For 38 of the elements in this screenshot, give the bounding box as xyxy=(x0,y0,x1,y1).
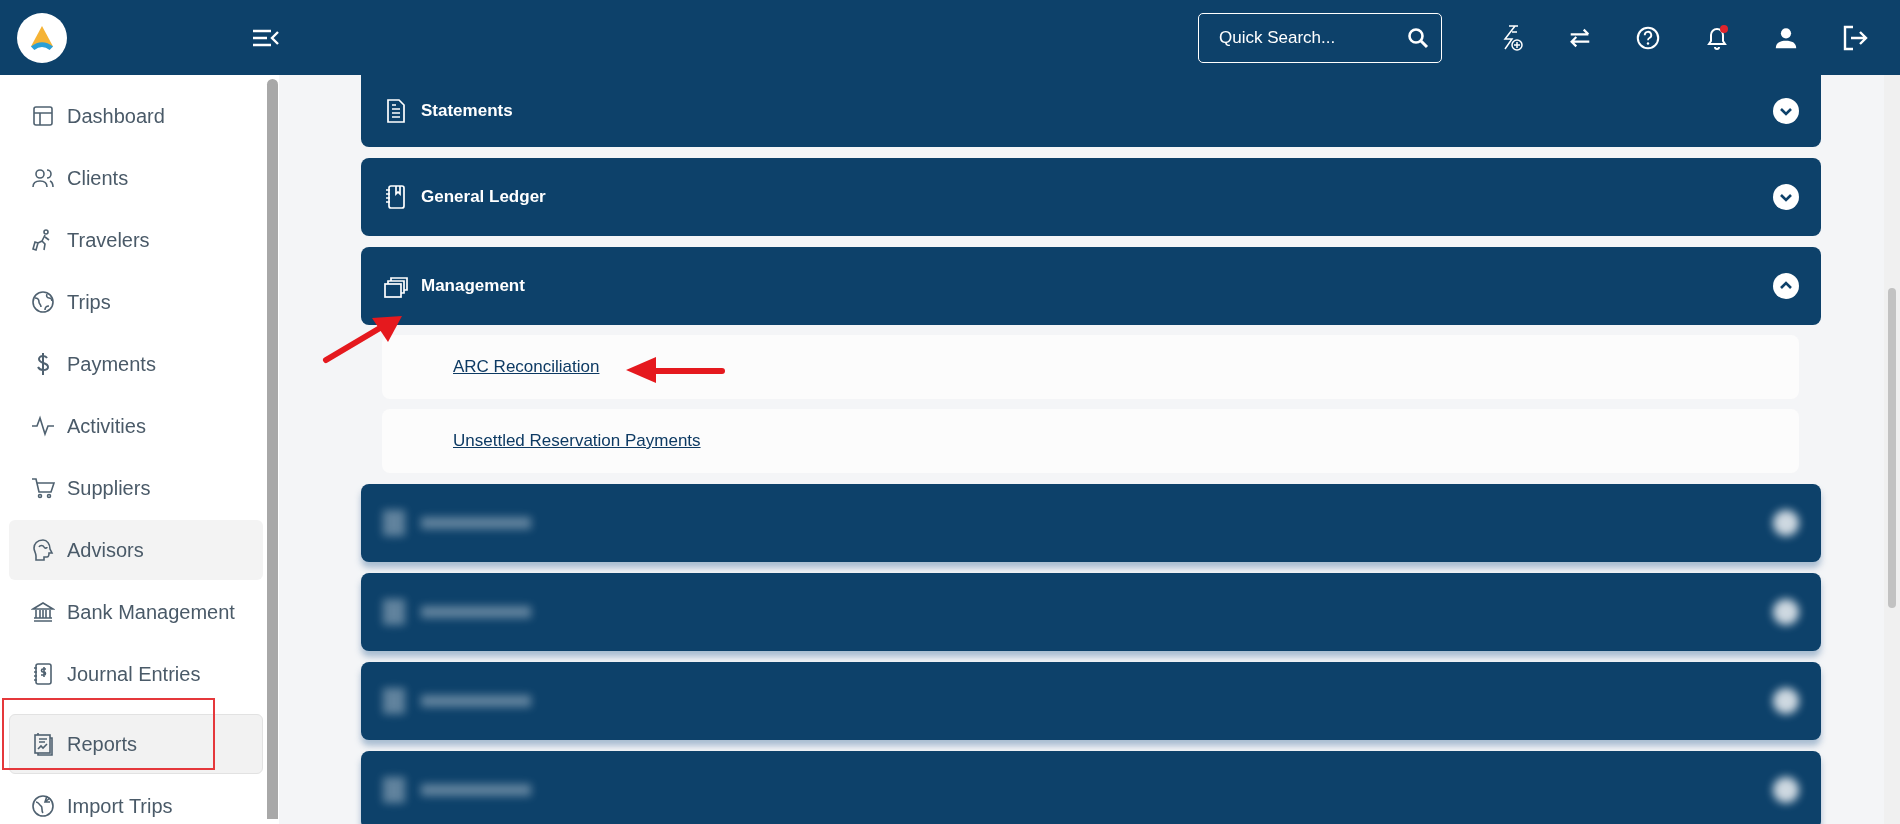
chevron-icon[interactable] xyxy=(1773,184,1799,210)
sidebar-item[interactable]: Advisors xyxy=(9,520,263,580)
sidebar-item[interactable]: Payments xyxy=(9,334,263,394)
section-header[interactable]: General Ledger xyxy=(361,158,1821,236)
section-header[interactable]: Statements xyxy=(361,75,1821,147)
sidebar-icon xyxy=(31,290,55,314)
section-header[interactable]: Management xyxy=(361,247,1821,325)
sidebar-icon xyxy=(31,732,55,756)
sidebar-icon xyxy=(31,476,55,500)
sidebar-icon xyxy=(31,166,55,190)
sidebar-item[interactable]: Journal Entries xyxy=(9,644,263,704)
sidebar-item[interactable]: Suppliers xyxy=(9,458,263,518)
help-icon[interactable] xyxy=(1635,24,1661,51)
sidebar-icon xyxy=(31,538,55,562)
sidebar-item[interactable]: Bank Management xyxy=(9,582,263,642)
sidebar-icon xyxy=(31,414,55,438)
report-link[interactable]: Unsettled Reservation Payments xyxy=(453,431,701,451)
quick-search-field[interactable]: Quick Search... xyxy=(1198,12,1442,63)
sidebar-item[interactable]: Dashboard xyxy=(9,86,263,146)
chevron-icon[interactable] xyxy=(1773,98,1799,124)
scrollbar-thumb[interactable] xyxy=(267,79,278,819)
sidebar-item[interactable]: Trips xyxy=(9,272,263,332)
scrollbar-thumb[interactable] xyxy=(1888,288,1896,608)
logo-icon[interactable] xyxy=(17,12,67,63)
sidebar-item[interactable]: Activities xyxy=(9,396,263,456)
sidebar-item[interactable]: Reports xyxy=(9,714,263,774)
sidebar-item[interactable]: Import Trips xyxy=(9,776,263,824)
sidebar-icon xyxy=(31,662,55,686)
search-icon[interactable] xyxy=(1406,25,1430,50)
report-link[interactable]: ARC Reconciliation xyxy=(453,357,600,377)
menu-collapse-icon[interactable] xyxy=(252,27,280,48)
chevron-icon[interactable] xyxy=(1773,273,1799,299)
logout-icon[interactable] xyxy=(1841,23,1869,52)
sidebar-icon xyxy=(31,794,55,818)
sidebar-item[interactable]: Clients xyxy=(9,148,263,208)
sidebar-icon xyxy=(31,600,55,624)
sidebar-item[interactable]: Travelers xyxy=(9,210,263,270)
sidebar-icon xyxy=(31,104,55,128)
